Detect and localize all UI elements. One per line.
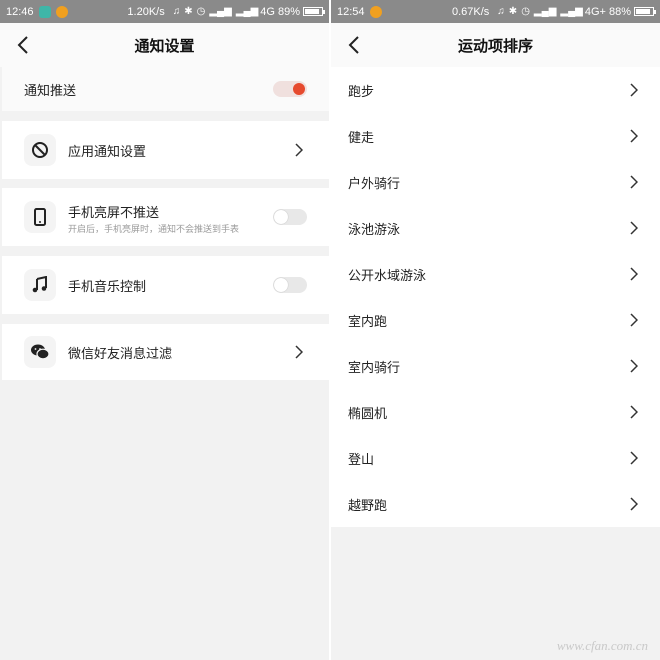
toggle-knob: [274, 278, 288, 292]
bluetooth-icon: ✱: [508, 6, 518, 17]
signal-icon: ▂▄▆: [533, 6, 557, 17]
battery-icon: [634, 7, 656, 16]
sport-item[interactable]: 登山: [331, 435, 660, 481]
network-type: 4G: [260, 5, 275, 18]
status-bar: 12:46 1.20K/s ♫ ✱ ◷ ▂▄▆ ▂▄▆ 4G 89%: [0, 0, 329, 23]
sport-label: 椭圆机: [348, 407, 388, 422]
screen-on-toggle[interactable]: [273, 209, 307, 225]
alarm-icon: ◷: [521, 6, 530, 17]
battery-percent: 89%: [277, 5, 300, 18]
sport-item[interactable]: 健走: [331, 113, 660, 159]
watermark: www.cfan.com.cn: [556, 638, 648, 653]
sport-label: 室内跑: [348, 315, 388, 330]
app-notification-icon: [55, 5, 68, 18]
app-notify-label: 应用通知设置: [68, 144, 147, 160]
status-time: 12:46: [6, 5, 34, 18]
sport-label: 登山: [348, 453, 375, 468]
sport-item[interactable]: 公开水域游泳: [331, 251, 660, 297]
wechat-filter-label: 微信好友消息过滤: [68, 346, 173, 362]
chevron-right-icon: [630, 83, 638, 97]
chevron-right-icon: [295, 345, 303, 359]
back-arrow-icon[interactable]: [14, 33, 32, 57]
chevron-right-icon: [630, 359, 638, 373]
network-speed: 0.67K/s: [451, 5, 490, 18]
page-title: 通知设置: [134, 36, 195, 55]
block-icon: [24, 134, 56, 166]
signal-icon: ▂▄▆: [235, 6, 259, 17]
notification-settings-screen: 12:46 1.20K/s ♫ ✱ ◷ ▂▄▆ ▂▄▆ 4G 89% 通知设置 …: [0, 0, 329, 660]
status-time: 12:54: [337, 5, 365, 18]
sport-label: 室内骑行: [348, 361, 401, 376]
notify-push-row: 通知推送: [2, 67, 329, 111]
phone-icon: [24, 201, 56, 233]
sport-item[interactable]: 泳池游泳: [331, 205, 660, 251]
wechat-icon: [24, 336, 56, 368]
screen-on-no-push-row: 手机亮屏不推送 开启后，手机亮屏时，通知不会推送到手表: [2, 188, 329, 246]
sport-label: 户外骑行: [348, 177, 401, 192]
chevron-right-icon: [630, 405, 638, 419]
screen-on-label: 手机亮屏不推送: [68, 206, 160, 221]
sport-label: 健走: [348, 131, 375, 146]
bluetooth-icon: ✱: [184, 6, 193, 17]
sport-label: 公开水域游泳: [348, 269, 427, 284]
notify-push-toggle[interactable]: [273, 81, 307, 97]
headphones-icon: ♫: [497, 6, 505, 17]
screen-on-description: 开启后，手机亮屏时，通知不会推送到手表: [68, 225, 240, 235]
app-notification-icon: [369, 5, 382, 18]
app-notify-settings-row[interactable]: 应用通知设置: [2, 121, 329, 179]
chevron-right-icon: [630, 267, 638, 281]
network-type: 4G+: [584, 5, 606, 18]
sport-item[interactable]: 室内跑: [331, 297, 660, 343]
wechat-filter-row[interactable]: 微信好友消息过滤: [2, 324, 329, 380]
sport-label: 跑步: [348, 85, 375, 100]
sport-item[interactable]: 户外骑行: [331, 159, 660, 205]
sport-item[interactable]: 椭圆机: [331, 389, 660, 435]
sport-label: 越野跑: [348, 499, 388, 514]
network-speed: 1.20K/s: [127, 5, 165, 18]
headphones-icon: ♫: [172, 6, 181, 17]
music-control-toggle[interactable]: [273, 277, 307, 293]
notify-push-label: 通知推送: [24, 83, 77, 99]
chevron-right-icon: [630, 497, 638, 511]
app-notification-icon: [38, 5, 51, 18]
battery-percent: 88%: [608, 5, 631, 18]
page-title: 运动项排序: [457, 36, 533, 55]
nav-bar: 通知设置: [0, 23, 329, 67]
battery-icon: [303, 7, 325, 16]
sport-list: 跑步 健走 户外骑行 泳池游泳 公开水域游泳 室内跑 室内骑行 椭圆机 登山 越…: [331, 67, 660, 527]
chevron-right-icon: [630, 313, 638, 327]
back-arrow-icon[interactable]: [345, 33, 363, 57]
music-control-label: 手机音乐控制: [68, 279, 147, 295]
nav-bar: 运动项排序: [331, 23, 660, 67]
sport-label: 泳池游泳: [348, 223, 401, 238]
sport-item[interactable]: 跑步: [331, 67, 660, 113]
status-bar: 12:54 0.67K/s ♫ ✱ ◷ ▂▄▆ ▂▄▆ 4G+ 88%: [331, 0, 660, 23]
chevron-right-icon: [295, 143, 303, 157]
chevron-right-icon: [630, 175, 638, 189]
toggle-knob: [274, 210, 288, 224]
chevron-right-icon: [630, 451, 638, 465]
music-note-icon: [24, 269, 56, 301]
signal-icon: ▂▄▆: [560, 6, 583, 17]
music-control-row: 手机音乐控制: [2, 256, 329, 314]
sport-order-screen: 12:54 0.67K/s ♫ ✱ ◷ ▂▄▆ ▂▄▆ 4G+ 88% 运动项排…: [331, 0, 660, 660]
sport-item[interactable]: 室内骑行: [331, 343, 660, 389]
sport-item[interactable]: 越野跑: [331, 481, 660, 527]
alarm-icon: ◷: [196, 6, 206, 17]
chevron-right-icon: [630, 129, 638, 143]
toggle-knob: [293, 83, 305, 95]
signal-icon: ▂▄▆: [209, 6, 232, 17]
chevron-right-icon: [630, 221, 638, 235]
